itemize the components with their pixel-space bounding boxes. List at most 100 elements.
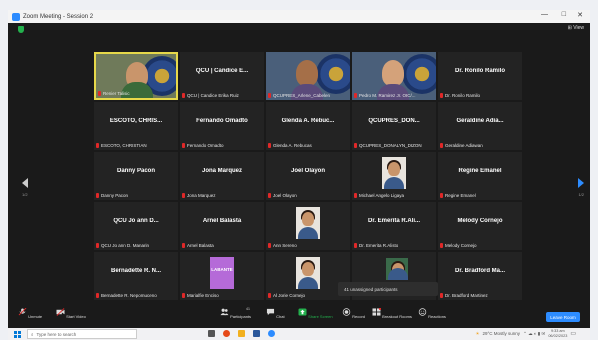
participant-tile[interactable]: Melody Cornejo Melody Cornejo xyxy=(438,202,522,250)
muted-mic-icon xyxy=(268,193,271,198)
participant-name-label: Regine Emanel xyxy=(440,193,476,198)
reactions-button[interactable]: Reactions xyxy=(418,308,446,319)
unassigned-participants-popup[interactable]: 41 unassigned participants xyxy=(338,282,438,296)
participant-label-text: Joel Olayon xyxy=(273,193,297,198)
participant-display-name: Dr. Bradford Ma... xyxy=(454,268,505,274)
chrome-icon[interactable] xyxy=(223,330,230,337)
participant-tile[interactable]: Geraldine Adia... Geraldine Adiawan xyxy=(438,102,522,150)
participant-body xyxy=(388,268,408,280)
participant-body xyxy=(384,177,404,189)
muted-mic-icon xyxy=(182,293,185,298)
participant-tile[interactable]: Glenda A. Rebuc... Glenda A. Rebucas xyxy=(266,102,350,150)
word-icon[interactable] xyxy=(253,330,260,337)
participant-name-label: Glenda A. Rebucas xyxy=(268,143,312,148)
record-label: Record xyxy=(352,314,366,319)
muted-mic-icon xyxy=(182,193,185,198)
participant-name-label: Pedro M. Ramirez Jr. OIC/... xyxy=(354,93,416,98)
participant-tile[interactable]: Bernadette R. N... Bernadette R. Nepomuce… xyxy=(94,252,178,300)
participant-face xyxy=(302,212,314,226)
muted-mic-icon xyxy=(440,143,443,148)
participant-body xyxy=(298,277,318,289)
participant-tile[interactable]: QCU Jo ann D... QCU Jo ann D. Manarin xyxy=(94,202,178,250)
participant-tile[interactable]: Dr. Bradford Ma... Dr. Bradford Martinez xyxy=(438,252,522,300)
participants-icon xyxy=(220,308,229,316)
participants-label: Participants xyxy=(230,314,252,319)
window-title: Zoom Meeting - Session 2 xyxy=(23,13,94,20)
participant-tile[interactable]: QCUPRES_DON... QCUPRES_DONALYN_DIZON xyxy=(352,102,436,150)
taskbar-search-input[interactable]: ⌕ Type here to search xyxy=(27,329,137,339)
participant-tile[interactable]: Michael Angelo Ligaya xyxy=(352,152,436,200)
participant-face xyxy=(382,60,404,86)
task-view-icon[interactable] xyxy=(208,330,215,337)
microphone-muted-icon xyxy=(18,307,27,316)
participant-tile[interactable]: QCUPRES_Arlene_Cabelen xyxy=(266,52,350,100)
participant-label-text: QCUPRES_Arlene_Cabelen xyxy=(273,93,331,98)
participant-label-text: Jona Marquez xyxy=(187,193,216,198)
participant-display-name: Bernadette R. N... xyxy=(110,268,161,274)
participant-label-text: Michael Angelo Ligaya xyxy=(359,193,405,198)
shield-icon[interactable] xyxy=(18,26,24,33)
participant-name-label: Renier Talisic xyxy=(98,91,130,96)
view-label: View xyxy=(573,25,584,31)
unmute-button[interactable]: Unmute xyxy=(18,307,42,319)
participant-label-text: Renier Talisic xyxy=(103,91,130,96)
participant-label-text: ESCOTO, CHRISTIAN xyxy=(101,143,147,148)
participant-name-label: Jona Marquez xyxy=(182,193,216,198)
next-page-arrow-icon[interactable] xyxy=(578,178,584,188)
participant-tile[interactable]: ESCOTO, CHRIS... ESCOTO, CHRISTIAN xyxy=(94,102,178,150)
participant-name-label: Michael Angelo Ligaya xyxy=(354,193,404,198)
breakout-rooms-button[interactable]: Breakout Rooms xyxy=(372,307,412,319)
clock-time: 9:33 am xyxy=(550,329,565,333)
tray-icons[interactable]: ⌃ ☁ ◐ ▮ ✉ xyxy=(523,331,545,337)
participant-tile[interactable]: Pedro M. Ramirez Jr. OIC/... xyxy=(352,52,436,100)
participant-tile[interactable]: LABANTE Marialfie Enciso xyxy=(180,252,264,300)
notifications-icon[interactable]: ▭ xyxy=(570,330,576,337)
participant-name-label: QCUPRES_DONALYN_DIZON xyxy=(354,143,422,148)
reactions-label: Reactions xyxy=(428,314,446,319)
participants-count-badge: 41 xyxy=(246,307,250,311)
university-seal-background xyxy=(316,54,350,94)
record-icon xyxy=(342,308,351,316)
participant-face xyxy=(388,162,400,176)
profile-banner-text: LABANTE xyxy=(211,267,233,272)
leave-room-button[interactable]: Leave Room xyxy=(546,312,580,322)
start-video-button[interactable]: Start Video xyxy=(56,308,86,319)
participant-tile[interactable]: QCU | Candice E... QCU | Candice Erika Ru… xyxy=(180,52,264,100)
participants-button[interactable]: 41 Participants xyxy=(220,307,252,319)
participant-tile[interactable]: Regine Emanel Regine Emanel xyxy=(438,152,522,200)
participant-tile[interactable]: Jona Marquez Jona Marquez xyxy=(180,152,264,200)
minimize-button[interactable]: — xyxy=(541,11,548,18)
participant-tile[interactable]: Ann Sereno xyxy=(266,202,350,250)
windows-start-icon[interactable] xyxy=(14,330,21,338)
participant-tile[interactable]: Arnel Balasta Arnel Balasta xyxy=(180,202,264,250)
participant-tile[interactable]: Renier Talisic xyxy=(94,52,178,100)
muted-mic-icon xyxy=(268,293,271,298)
weather-text: 29°C Mostly sunny xyxy=(482,331,521,336)
view-button[interactable]: ⊞ View xyxy=(568,25,584,31)
participant-label-text: Ann Sereno xyxy=(273,243,297,248)
system-tray: ☀ 29°C Mostly sunny ⌃ ☁ ◐ ▮ ✉ 9:33 am 06… xyxy=(475,329,576,338)
profile-picture xyxy=(296,207,320,239)
record-button[interactable]: Record xyxy=(342,308,365,319)
share-screen-button[interactable]: Share Screen xyxy=(298,308,333,319)
participant-tile[interactable]: Danny Pacon Danny Pacon xyxy=(94,152,178,200)
participant-label-text: QCUPRES_DONALYN_DIZON xyxy=(359,143,422,148)
participant-label-text: Bernadette R. Nepomuceno xyxy=(101,293,157,298)
chat-button[interactable]: Chat xyxy=(266,308,285,319)
participant-face xyxy=(302,262,314,276)
close-button[interactable]: ✕ xyxy=(577,11,583,19)
maximize-button[interactable]: □ xyxy=(562,11,566,18)
participant-tile[interactable]: Fernando Omadto Fernando Omadto xyxy=(180,102,264,150)
muted-mic-icon xyxy=(182,93,185,98)
participant-label-text: Dr. Ronilo Ramilo xyxy=(445,93,481,98)
participant-tile[interactable]: Dr. Emerita R.Ali... Dr. Emerita R.Alisto xyxy=(352,202,436,250)
profile-picture xyxy=(382,157,406,189)
zoom-taskbar-icon[interactable] xyxy=(268,330,275,337)
search-icon: ⌕ xyxy=(31,331,34,337)
participant-tile[interactable]: Joel Olayon Joel Olayon xyxy=(266,152,350,200)
file-explorer-icon[interactable] xyxy=(238,330,245,337)
participant-tile[interactable]: Dr. Ronilo Ramilo Dr. Ronilo Ramilo xyxy=(438,52,522,100)
profile-picture xyxy=(296,257,320,289)
prev-page-arrow-icon[interactable] xyxy=(22,178,28,188)
participant-name-label: Dr. Ronilo Ramilo xyxy=(440,93,480,98)
